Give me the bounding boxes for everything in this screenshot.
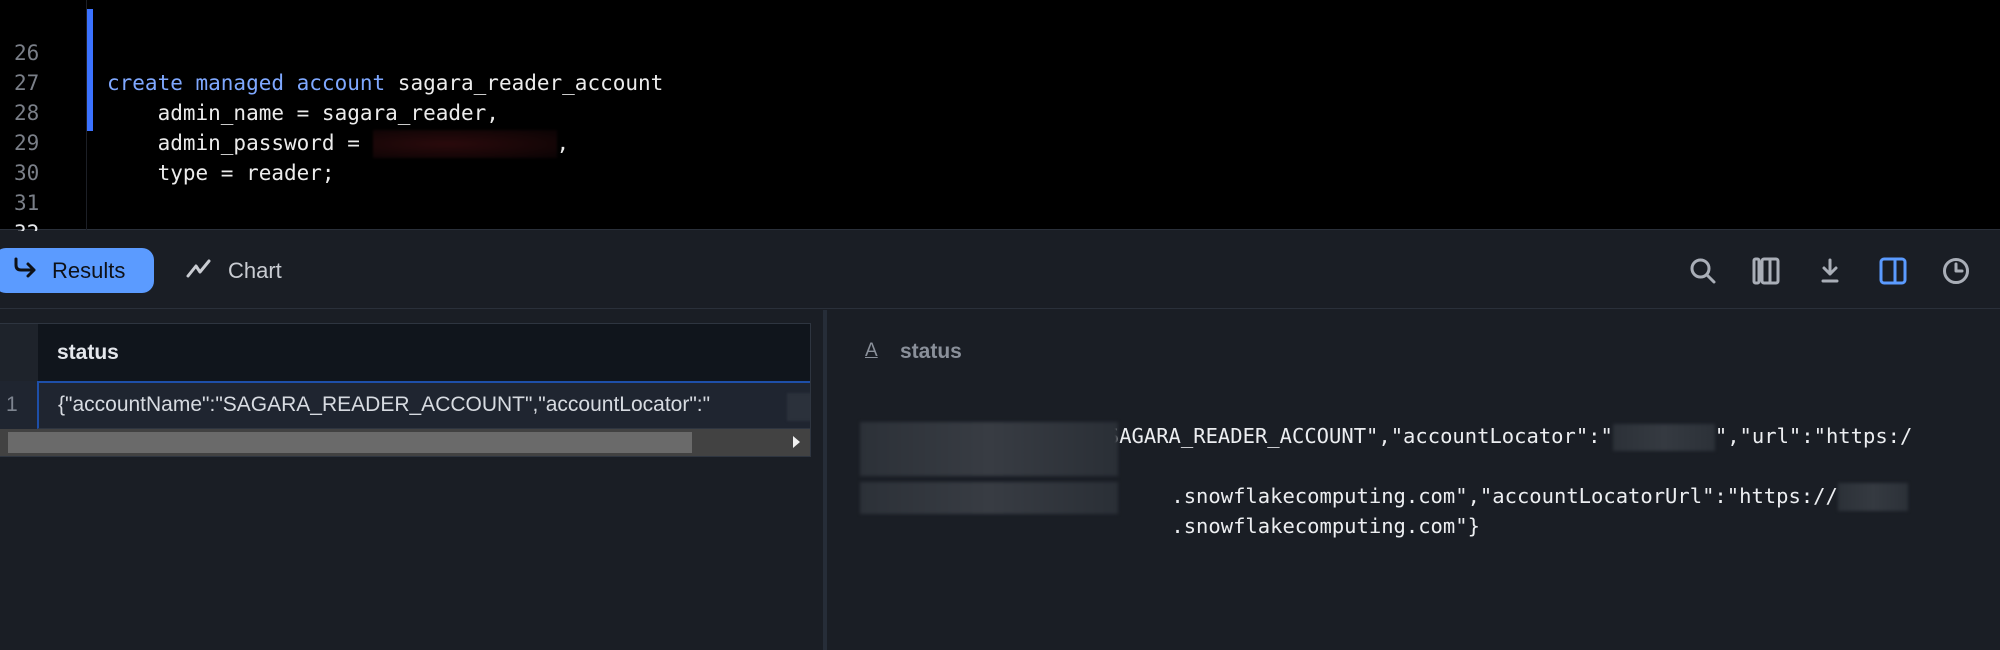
search-icon[interactable] — [1687, 255, 1719, 287]
detail-value-line: .snowflakecomputing.com"} — [1122, 481, 1480, 571]
scroll-right-arrow-icon[interactable] — [793, 436, 800, 448]
columns-icon[interactable] — [1750, 255, 1782, 287]
line-chart-icon — [186, 257, 212, 284]
horizontal-scrollbar[interactable] — [0, 429, 810, 456]
redacted-value — [1612, 423, 1715, 451]
detail-column-name: status — [900, 340, 962, 363]
results-pane: status 1 {"accountName":"SAGARA_READER_A… — [0, 310, 824, 650]
row-number: 1 — [6, 393, 18, 416]
text-type-icon: A — [865, 340, 878, 361]
code-line[interactable]: 28 admin_password = , — [0, 68, 2000, 158]
code-line[interactable]: 32 — [0, 188, 2000, 245]
column-header-label: status — [57, 341, 119, 364]
row-number-header — [0, 324, 38, 381]
redacted-value — [787, 393, 810, 421]
redacted-value — [860, 482, 1118, 514]
scrollbar-thumb[interactable] — [8, 432, 692, 453]
table-cell-selected[interactable]: {"accountName":"SAGARA_READER_ACCOUNT","… — [37, 381, 810, 429]
tab-results[interactable]: Results — [0, 248, 154, 293]
split-panel-icon[interactable] — [1877, 255, 1909, 287]
results-grid: status 1 {"accountName":"SAGARA_READER_A… — [0, 323, 811, 457]
code-line[interactable]: 29 type = reader; — [0, 98, 2000, 185]
tab-label: Results — [52, 257, 126, 283]
json-text: .snowflakecomputing.com"} — [1171, 514, 1480, 538]
code-line[interactable]: 30 — [0, 128, 2000, 185]
column-header-status[interactable]: status — [38, 324, 810, 381]
download-icon[interactable] — [1814, 255, 1846, 287]
detail-panel: A status {"accountName":"SAGARA_READER_A… — [827, 310, 2000, 650]
history-icon[interactable] — [1940, 255, 1972, 287]
cell-value: {"accountName":"SAGARA_READER_ACCOUNT","… — [58, 393, 711, 416]
code-line[interactable]: 26 create managed account sagara_reader_… — [0, 8, 2000, 95]
results-toolbar: Results Chart — [0, 231, 2000, 309]
tab-label: Chart — [228, 257, 282, 283]
json-text: ","url":"https:/ — [1714, 424, 1913, 448]
redacted-value — [1837, 483, 1908, 511]
table-row[interactable]: 1 {"accountName":"SAGARA_READER_ACCOUNT"… — [0, 381, 810, 429]
code-line[interactable]: 27 admin_name = sagara_reader, — [0, 38, 2000, 125]
redacted-value — [860, 422, 1118, 476]
sql-editor[interactable]: 26 create managed account sagara_reader_… — [0, 0, 2000, 245]
tab-chart[interactable]: Chart — [186, 248, 282, 293]
code-line[interactable]: 31 — [0, 158, 2000, 215]
arrow-return-icon — [12, 256, 38, 285]
